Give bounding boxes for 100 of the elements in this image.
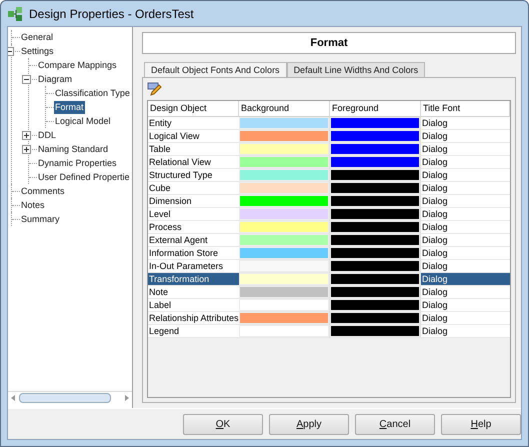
color-swatch[interactable]: [330, 234, 420, 246]
tree-item[interactable]: Logical Model: [54, 114, 112, 128]
table-cell: Cube: [148, 182, 239, 195]
table-cell: Transformation: [148, 273, 239, 286]
table-cell: Dialog: [421, 247, 510, 260]
column-header[interactable]: Title Font: [421, 101, 510, 117]
color-swatch[interactable]: [330, 130, 420, 142]
table-cell: Dialog: [421, 260, 510, 273]
tree-item[interactable]: Format: [54, 100, 85, 114]
tab[interactable]: Default Object Fonts And Colors: [144, 62, 287, 77]
color-swatch[interactable]: [330, 195, 420, 207]
table-cell: Dialog: [421, 273, 510, 286]
color-swatch[interactable]: [239, 273, 329, 285]
table-cell: Process: [148, 221, 239, 234]
color-swatch[interactable]: [330, 143, 420, 155]
color-swatch[interactable]: [239, 117, 329, 129]
scroll-right-icon[interactable]: [124, 395, 129, 401]
horizontal-scrollbar[interactable]: [8, 391, 132, 404]
tree-item[interactable]: Compare Mappings: [37, 58, 118, 72]
color-swatch[interactable]: [330, 247, 420, 259]
table-cell: Dialog: [421, 195, 510, 208]
column-header[interactable]: Foreground: [330, 101, 421, 117]
app-icon: [7, 6, 23, 22]
table-cell: Dialog: [421, 117, 510, 130]
color-swatch[interactable]: [330, 156, 420, 168]
color-swatch[interactable]: [330, 169, 420, 181]
table-cell: Dialog: [421, 234, 510, 247]
tree-item[interactable]: Classification Type: [54, 86, 131, 100]
column-header[interactable]: Background: [239, 101, 330, 117]
tree-item[interactable]: User Defined Propertie: [37, 170, 131, 184]
dialog-button[interactable]: Apply: [269, 414, 349, 434]
table-cell: Note: [148, 286, 239, 299]
color-swatch[interactable]: [239, 143, 329, 155]
table-cell: Dialog: [421, 130, 510, 143]
table-cell: Label: [148, 299, 239, 312]
table-cell: Entity: [148, 117, 239, 130]
table-cell: Dialog: [421, 286, 510, 299]
table-cell: Dialog: [421, 299, 510, 312]
color-swatch[interactable]: [330, 117, 420, 129]
color-swatch[interactable]: [239, 208, 329, 220]
color-swatch[interactable]: [239, 130, 329, 142]
collapse-icon[interactable]: [22, 74, 31, 84]
window-title: Design Properties - OrdersTest: [29, 6, 194, 20]
scroll-left-icon[interactable]: [11, 395, 16, 401]
color-swatch[interactable]: [330, 260, 420, 272]
table-cell: Dialog: [421, 221, 510, 234]
color-swatch[interactable]: [239, 247, 329, 259]
color-swatch[interactable]: [330, 286, 420, 298]
table-cell: Level: [148, 208, 239, 221]
color-swatch[interactable]: [330, 312, 420, 324]
table-cell: Dialog: [421, 325, 510, 338]
color-swatch[interactable]: [239, 221, 329, 233]
table-cell: Dialog: [421, 156, 510, 169]
expand-icon[interactable]: [22, 130, 31, 140]
tree-item[interactable]: Naming Standard: [37, 142, 110, 156]
tab[interactable]: Default Line Widths And Colors: [286, 62, 426, 77]
color-swatch[interactable]: [330, 208, 420, 220]
column-header[interactable]: Design Object: [148, 101, 239, 117]
color-swatch[interactable]: [330, 273, 420, 285]
table-cell: Dialog: [421, 208, 510, 221]
table-cell: Dialog: [421, 312, 510, 325]
dialog-button[interactable]: Help: [441, 414, 521, 434]
color-swatch[interactable]: [239, 325, 329, 337]
color-swatch[interactable]: [330, 221, 420, 233]
color-swatch[interactable]: [330, 325, 420, 337]
tree-item[interactable]: DDL: [37, 128, 58, 142]
color-swatch[interactable]: [239, 312, 329, 324]
color-swatch[interactable]: [239, 286, 329, 298]
table-cell: Table: [148, 143, 239, 156]
table-cell: Legend: [148, 325, 239, 338]
dialog-button[interactable]: OK: [183, 414, 263, 434]
table-cell: Relational View: [148, 156, 239, 169]
tree-item[interactable]: Settings: [20, 44, 55, 58]
expand-icon[interactable]: [22, 144, 31, 154]
color-swatch[interactable]: [239, 182, 329, 194]
table-cell: Dialog: [421, 182, 510, 195]
dialog-button[interactable]: Cancel: [355, 414, 435, 434]
color-swatch[interactable]: [239, 234, 329, 246]
edit-icon[interactable]: [147, 82, 163, 96]
color-swatch[interactable]: [239, 195, 329, 207]
tree-item[interactable]: Dynamic Properties: [37, 156, 118, 170]
tree-item[interactable]: General: [20, 30, 54, 44]
table-cell: Relationship Attributes: [148, 312, 239, 325]
color-swatch[interactable]: [330, 299, 420, 311]
table-cell: Dialog: [421, 143, 510, 156]
tree-item[interactable]: Notes: [20, 198, 46, 212]
color-swatch[interactable]: [330, 182, 420, 194]
table-cell: Structured Type: [148, 169, 239, 182]
tree-item[interactable]: Diagram: [37, 72, 74, 86]
color-swatch[interactable]: [239, 156, 329, 168]
table-cell: Logical View: [148, 130, 239, 143]
table-cell: In-Out Parameters: [148, 260, 239, 273]
color-swatch[interactable]: [239, 260, 329, 272]
table-cell: Dimension: [148, 195, 239, 208]
page-header: Format: [142, 32, 516, 54]
tree-item[interactable]: Summary: [20, 212, 61, 226]
table-cell: External Agent: [148, 234, 239, 247]
color-swatch[interactable]: [239, 299, 329, 311]
tree-item[interactable]: Comments: [20, 184, 66, 198]
color-swatch[interactable]: [239, 169, 329, 181]
